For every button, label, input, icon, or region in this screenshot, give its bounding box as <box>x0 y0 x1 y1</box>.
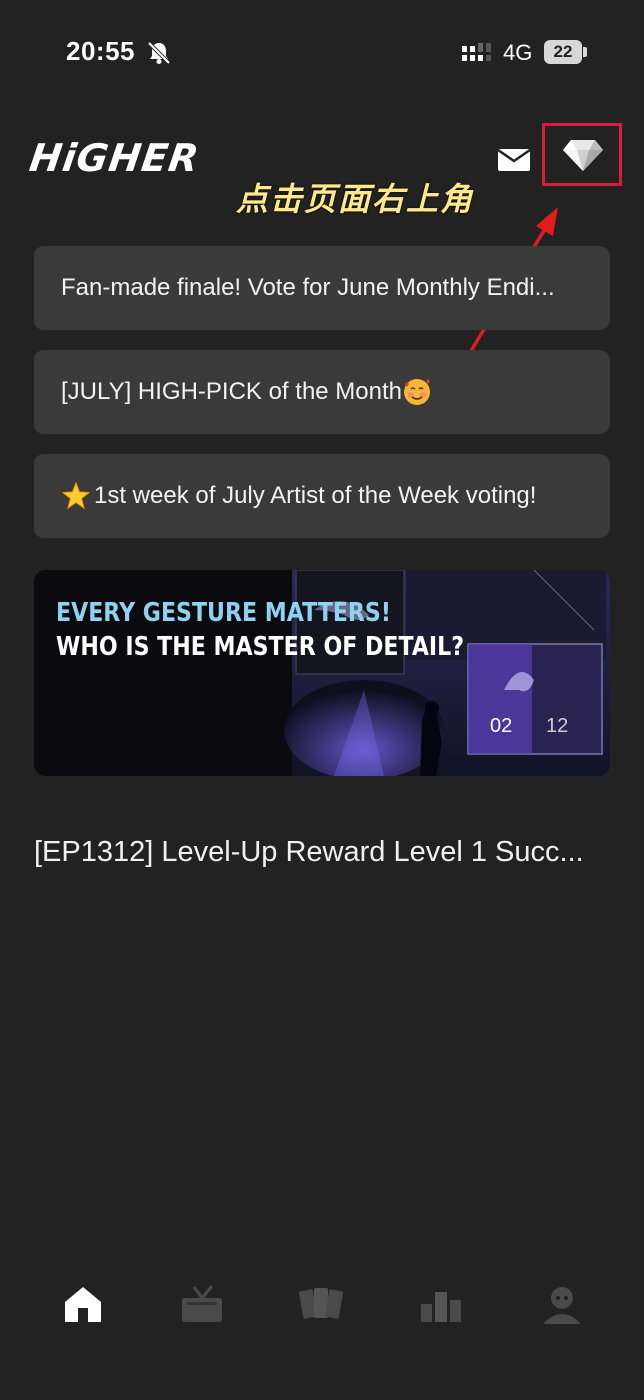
app-logo: HiGHER <box>26 136 203 180</box>
notice-text: Fan-made finale! Vote for June Monthly E… <box>61 274 555 301</box>
cards-icon[interactable] <box>299 1282 343 1326</box>
tv-icon[interactable] <box>180 1282 224 1326</box>
status-time: 20:55 <box>66 36 135 66</box>
banner-page-total: 12 <box>546 715 569 737</box>
profile-icon[interactable] <box>540 1282 584 1326</box>
home-icon[interactable] <box>61 1282 105 1326</box>
status-bar: 20:55 4G 22 <box>0 0 644 100</box>
promo-banner[interactable]: EVERY GESTURE MATTERS! WHO IS THE MASTER… <box>34 570 610 776</box>
banner-headline: EVERY GESTURE MATTERS! <box>56 598 391 628</box>
banner-subheadline: WHO IS THE MASTER OF DETAIL? <box>56 632 465 662</box>
notice-item[interactable]: Fan-made finale! Vote for June Monthly E… <box>34 246 610 330</box>
glowing-star-icon <box>61 481 91 510</box>
bottom-tab-bar <box>0 1270 644 1350</box>
battery-indicator: 22 <box>544 40 582 64</box>
notice-item[interactable]: [JULY] HIGH-PICK of the Month <box>34 350 610 434</box>
annotation-text: 点击页面右上角 <box>236 180 475 218</box>
diamond-button[interactable] <box>542 123 622 186</box>
notice-text: [JULY] HIGH-PICK of the Month <box>61 378 403 405</box>
battery-tip <box>583 47 587 57</box>
notice-text: 1st week of July Artist of the Week voti… <box>94 482 537 509</box>
banner-page-current: 02 <box>490 715 513 737</box>
network-label: 4G <box>503 40 533 65</box>
app-header: HiGHER 点击页面右上角 <box>0 100 644 230</box>
signal-icon <box>462 43 491 61</box>
notice-item[interactable]: 1st week of July Artist of the Week voti… <box>34 454 610 538</box>
bell-muted-icon <box>147 41 171 65</box>
smiling-face-with-hearts-icon <box>404 379 431 405</box>
ranking-icon[interactable] <box>419 1282 463 1326</box>
feed-item-title[interactable]: [EP1312] Level-Up Reward Level 1 Succ... <box>34 836 610 869</box>
mail-icon[interactable] <box>497 148 531 172</box>
diamond-icon <box>563 140 603 171</box>
